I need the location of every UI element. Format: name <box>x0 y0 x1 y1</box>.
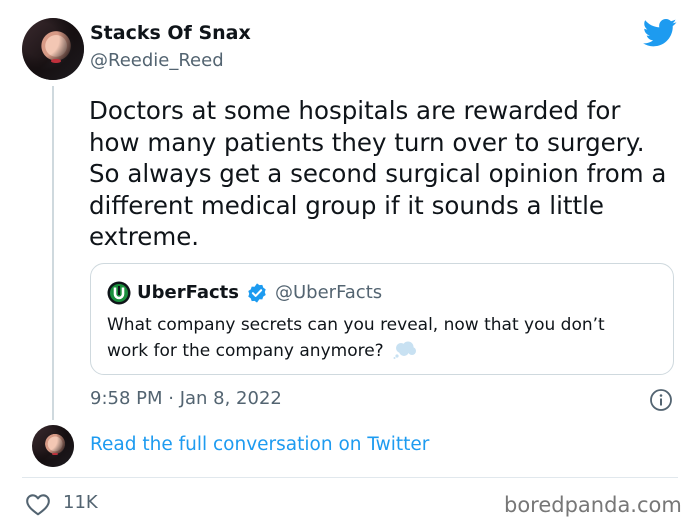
divider <box>22 477 678 478</box>
tweet-timestamp[interactable]: 9:58 PM · Jan 8, 2022 <box>90 388 282 409</box>
thread-line <box>52 86 54 420</box>
watermark: boredpanda.com <box>504 493 682 517</box>
quoted-text-body: What company secrets can you reveal, now… <box>107 315 605 361</box>
uberfacts-logo-icon <box>107 281 131 305</box>
author-handle[interactable]: @Reedie_Reed <box>90 50 224 71</box>
quoted-author-name[interactable]: UberFacts <box>137 282 239 303</box>
verified-badge-icon <box>248 283 266 303</box>
twitter-bird-icon[interactable] <box>643 18 677 48</box>
info-icon[interactable] <box>649 388 673 412</box>
author-name[interactable]: Stacks Of Snax <box>90 22 251 44</box>
author-avatar[interactable] <box>22 18 84 80</box>
reply-avatar[interactable] <box>32 425 74 467</box>
read-conversation-link[interactable]: Read the full conversation on Twitter <box>90 434 429 455</box>
tweet-text: Doctors at some hospitals are rewarded f… <box>89 96 667 251</box>
quoted-tweet[interactable]: UberFacts @UberFacts What company secret… <box>90 263 674 375</box>
heart-icon[interactable] <box>25 492 51 516</box>
thought-bubble-emoji <box>393 341 417 359</box>
like-count[interactable]: 11K <box>63 492 98 513</box>
quoted-text: What company secrets can you reveal, now… <box>107 312 647 364</box>
quoted-author-handle[interactable]: @UberFacts <box>275 282 382 303</box>
